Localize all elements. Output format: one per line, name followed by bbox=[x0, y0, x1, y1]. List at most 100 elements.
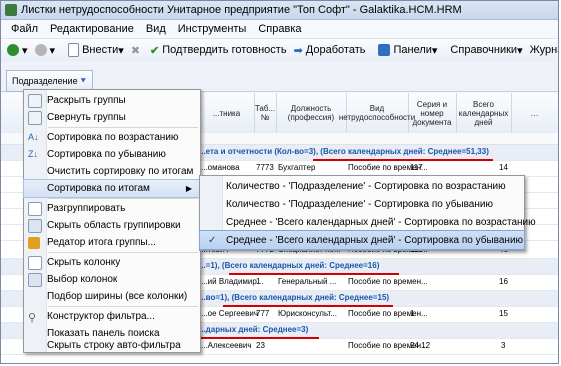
menu-item-expand-groups[interactable]: Раскрыть группы bbox=[24, 92, 200, 109]
header-position[interactable]: Должность (профессия) bbox=[276, 93, 347, 133]
cell-type: Пособие по времен... bbox=[348, 277, 428, 286]
summary-sort-submenu: Количество - 'Подразделение' - Сортировк… bbox=[199, 175, 536, 251]
references-label: Справочники bbox=[450, 44, 518, 56]
cell-position: Генеральный ... bbox=[278, 277, 337, 286]
filter-icon: ⯆ bbox=[79, 75, 87, 86]
menu-item-hide-auto-filter[interactable]: Скрыть строку авто-фильтра bbox=[24, 340, 200, 352]
header-type[interactable]: Вид нетрудоспособности bbox=[339, 93, 415, 133]
group-label: Подразделение bbox=[12, 76, 78, 86]
menu-item-sort-desc[interactable]: Z↓ Сортировка по убыванию bbox=[24, 146, 200, 163]
summary-editor-icon bbox=[28, 236, 40, 249]
sort-ascending-icon: A↓ bbox=[28, 131, 39, 142]
menu-item-hide-column[interactable]: Скрыть колонку bbox=[24, 254, 200, 271]
submenu-item-avg-desc[interactable]: ✓ Среднее - 'Всего календарных дней' - Со… bbox=[199, 230, 525, 250]
row-indicator-header bbox=[1, 93, 24, 133]
highlight-underline bbox=[229, 273, 399, 275]
insert-button[interactable]: Внести ▾ bbox=[68, 43, 124, 57]
header-series[interactable]: Серия и номер документа bbox=[408, 93, 457, 133]
menu-bar: Файл Редактирование Вид Инструменты Спра… bbox=[1, 20, 558, 38]
column-chooser-icon bbox=[28, 272, 42, 287]
group-summary-4: ...дарных дней: Среднее=3) bbox=[199, 325, 309, 334]
journal-label: Журнал учета bbox=[529, 44, 558, 56]
app-window: Листки нетрудоспособности Унитарное пред… bbox=[0, 0, 559, 364]
submenu-item-count-asc[interactable]: Количество - 'Подразделение' - Сортировк… bbox=[200, 177, 524, 195]
menu-item-best-fit[interactable]: Подбор ширины (все колонки) bbox=[24, 288, 200, 305]
cell-days: 16 bbox=[499, 277, 508, 286]
header-more[interactable]: … bbox=[511, 93, 558, 133]
sort-descending-icon: Z↓ bbox=[28, 148, 38, 159]
menu-item-ungroup[interactable]: Разгруппировать bbox=[24, 200, 200, 217]
context-menu: Раскрыть группы Свернуть группы A↓ Сортир… bbox=[23, 89, 201, 353]
cell-position: Бухгалтер bbox=[278, 163, 316, 172]
document-icon bbox=[68, 43, 80, 57]
menu-item-sort-by-summary[interactable]: Сортировка по итогам ▶ bbox=[23, 179, 201, 198]
highlight-underline bbox=[199, 337, 319, 339]
cell-name: ...оманова bbox=[201, 163, 240, 172]
toolbar: ▾ ▾ Внести ▾ ✖ ✔ Подтвердить готовность ➡ Д… bbox=[1, 38, 558, 62]
cell-days: 3 bbox=[501, 341, 506, 350]
cell-series: 24 12 bbox=[410, 341, 431, 350]
confirm-label: Подтвердить готовность bbox=[162, 44, 287, 56]
group-area-icon bbox=[28, 218, 42, 233]
insert-label: Внести bbox=[82, 44, 119, 56]
highlight-underline bbox=[313, 159, 493, 161]
header-days[interactable]: Всего календарных дней bbox=[456, 93, 512, 133]
cell-name: ...Алексеевич bbox=[201, 341, 252, 350]
ungroup-icon bbox=[28, 201, 42, 216]
filter-editor-icon: ⚲ bbox=[28, 311, 37, 324]
menu-item-filter-editor[interactable]: ⚲ Конструктор фильтра... bbox=[24, 308, 200, 325]
cell-position: Юрисконсульт... bbox=[278, 309, 337, 318]
submenu-arrow-icon: ▶ bbox=[185, 184, 192, 193]
cell-name: ...ое Сергеевич bbox=[201, 309, 258, 318]
delete-button[interactable]: ✖ bbox=[130, 44, 143, 57]
menu-view[interactable]: Вид bbox=[146, 23, 166, 35]
menu-item-clear-summary-sort[interactable]: Очистить сортировку по итогам bbox=[24, 163, 200, 180]
cell-name: ...ий Владимир... bbox=[201, 277, 264, 286]
cell-series: 1 bbox=[410, 309, 415, 318]
submenu-item-avg-asc[interactable]: Среднее - 'Всего календарных дней' - Сор… bbox=[200, 213, 536, 231]
confirm-button[interactable]: ✔ Подтвердить готовность bbox=[150, 44, 287, 57]
app-icon bbox=[5, 4, 17, 16]
collapse-icon bbox=[28, 110, 42, 125]
group-panel: Подразделение ⯆ bbox=[1, 61, 558, 92]
menu-item-column-chooser[interactable]: Выбор колонок bbox=[24, 271, 200, 288]
panels-button[interactable]: Панели ▾ bbox=[378, 44, 437, 57]
cell-days: 14 bbox=[499, 163, 508, 172]
references-button[interactable]: Справочники ▾ bbox=[450, 44, 522, 57]
submenu-item-count-desc[interactable]: Количество - 'Подразделение' - Сортировк… bbox=[200, 195, 524, 213]
cell-tab: 23 bbox=[256, 341, 265, 350]
checkmark-icon: ✓ bbox=[208, 234, 217, 246]
cell-days: 15 bbox=[499, 309, 508, 318]
header-tab-no[interactable]: Таб... № bbox=[254, 93, 277, 133]
arrow-right-icon: ➡ bbox=[293, 45, 303, 57]
back-arrow-icon bbox=[7, 44, 19, 56]
forward-arrow-icon bbox=[34, 44, 47, 56]
menu-item-group-summary-editor[interactable]: Редатор итога группы... bbox=[24, 234, 200, 251]
menu-item-sort-asc[interactable]: A↓ Сортировка по возрастанию bbox=[24, 129, 200, 146]
title-bar: Листки нетрудоспособности Унитарное пред… bbox=[1, 1, 558, 20]
journal-button[interactable]: Журнал учета bbox=[529, 44, 558, 56]
rework-button[interactable]: ➡ Доработать bbox=[293, 44, 366, 57]
menu-file[interactable]: Файл bbox=[11, 23, 38, 35]
group-summary-1: ...ета и отчетности (Кол-во=3), (Всего к… bbox=[199, 147, 489, 156]
header-employee[interactable]: ...тника bbox=[199, 93, 255, 133]
menu-edit[interactable]: Редактирование bbox=[50, 23, 134, 35]
menu-help[interactable]: Справка bbox=[258, 23, 301, 35]
cell-tab: 7773 bbox=[256, 163, 274, 172]
menu-tools[interactable]: Инструменты bbox=[178, 23, 247, 35]
forward-button[interactable]: ▾ bbox=[34, 44, 55, 57]
group-summary-3: ...во=1), (Всего календарных дней: Средн… bbox=[199, 293, 390, 302]
expand-icon bbox=[28, 93, 42, 108]
checkmark-icon: ✔ bbox=[150, 45, 160, 57]
cell-series: 117 bbox=[410, 163, 423, 172]
group-summary-2: ...=1), (Всего календарных дней: Среднее… bbox=[199, 261, 380, 270]
rework-label: Доработать bbox=[305, 44, 366, 56]
delete-icon: ✖ bbox=[130, 45, 141, 57]
menu-item-hide-group-area[interactable]: Скрыть область группировки bbox=[24, 217, 200, 234]
back-button[interactable]: ▾ bbox=[7, 44, 28, 57]
cell-type: Пособие по времен... bbox=[348, 309, 428, 318]
menu-item-collapse-groups[interactable]: Свернуть группы bbox=[24, 109, 200, 126]
highlight-underline bbox=[223, 305, 393, 307]
window-title: Листки нетрудоспособности Унитарное пред… bbox=[21, 4, 462, 16]
panels-icon bbox=[378, 44, 391, 56]
